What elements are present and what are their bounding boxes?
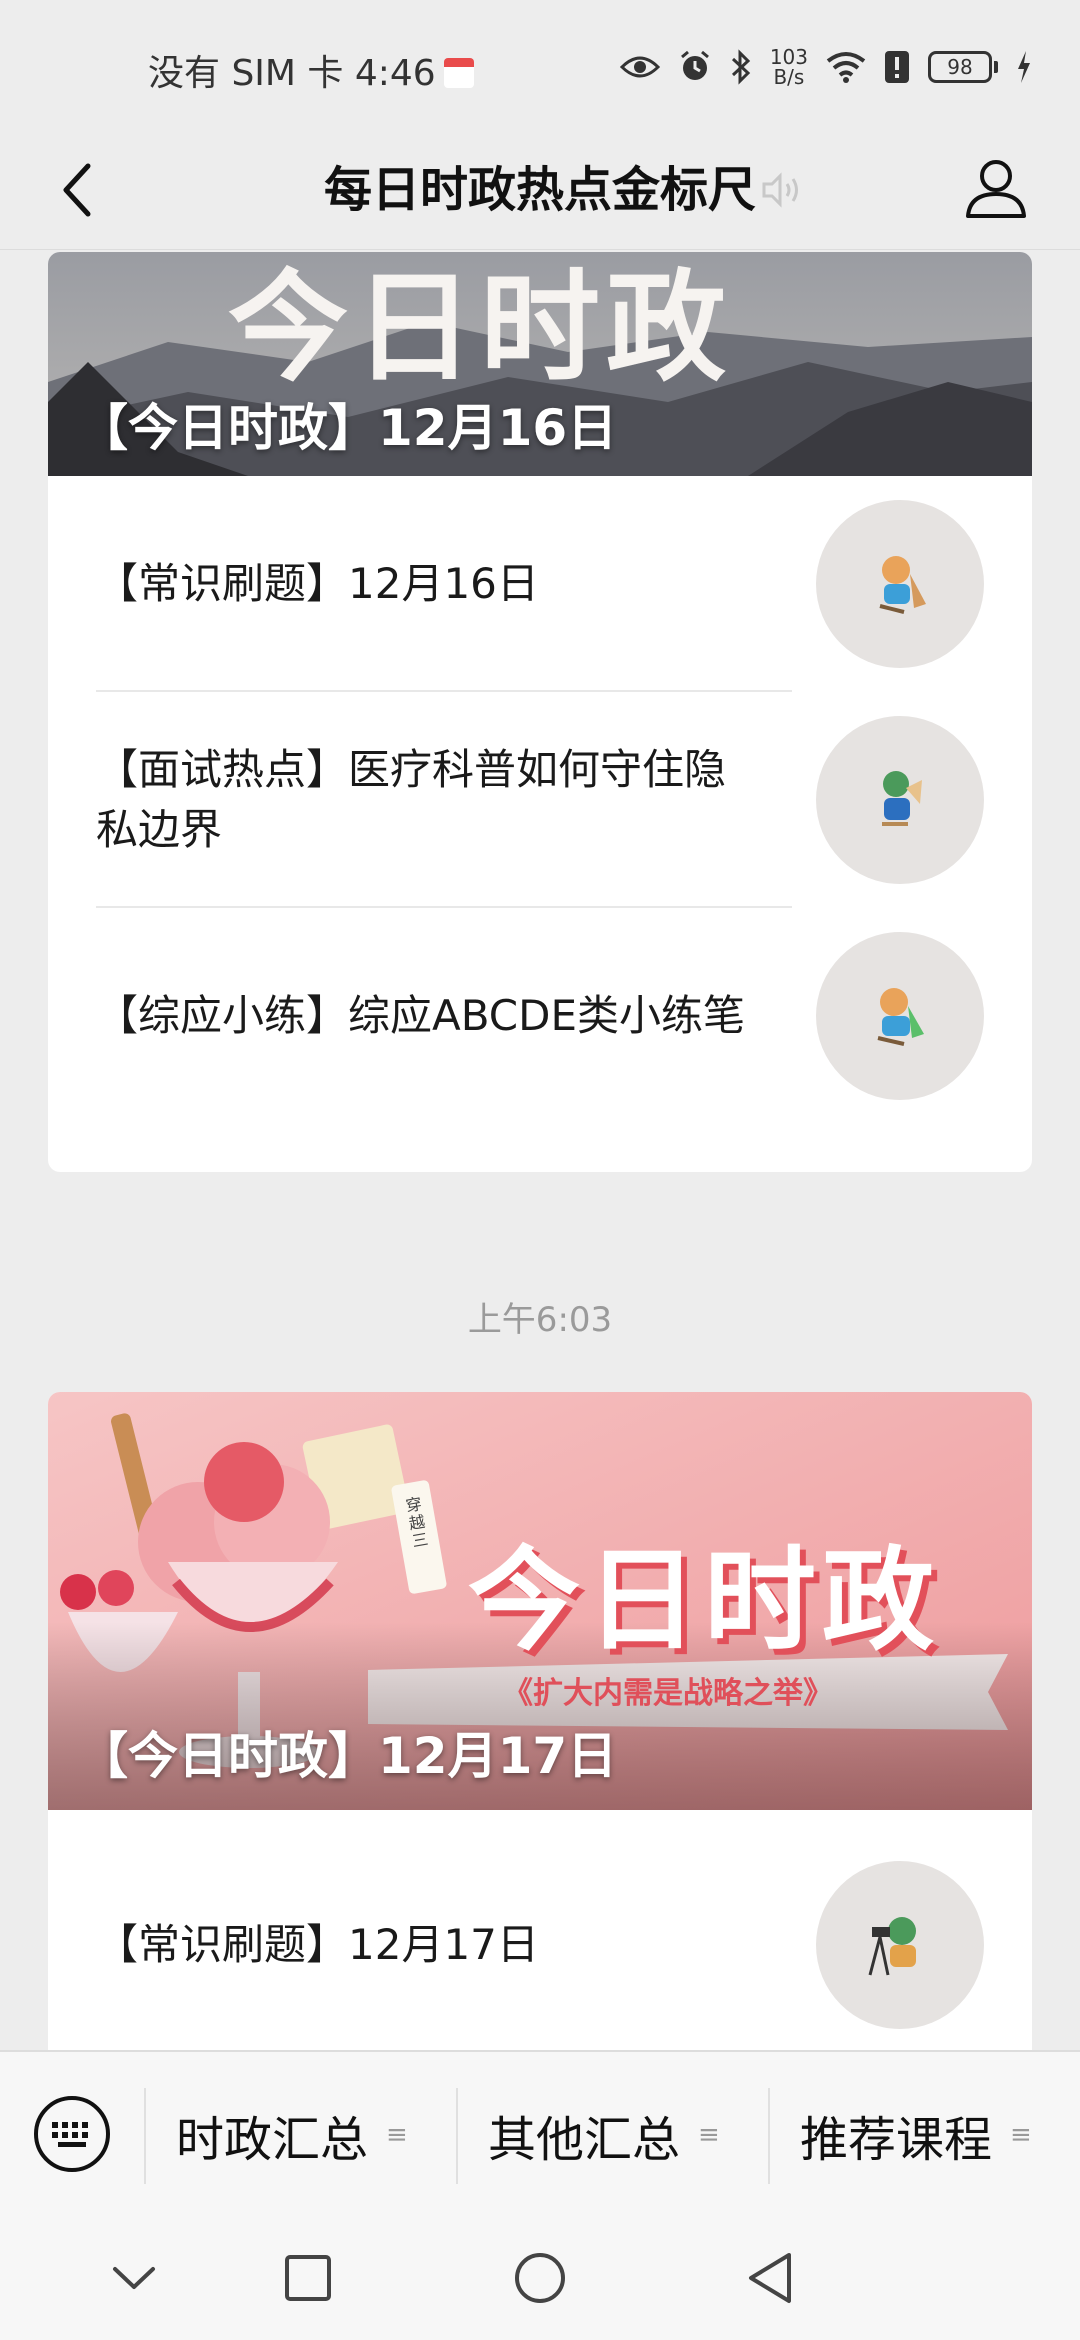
- charging-icon: [1016, 51, 1032, 83]
- home-button[interactable]: [500, 2238, 580, 2318]
- back-nav-button[interactable]: [730, 2238, 810, 2318]
- menu-item-label: 其他汇总: [488, 2112, 681, 2168]
- user-icon: [966, 160, 1026, 218]
- keyboard-icon: [34, 2096, 110, 2172]
- list-item-thumbnail: [816, 1861, 984, 2029]
- article-banner[interactable]: 今日时政 《扩大内需是战略之举》 穿越三 【今日时政】12月17日: [48, 1392, 1032, 1810]
- circle-icon: [515, 2253, 565, 2303]
- banner-subtitle: 《扩大内需是战略之举》: [503, 1676, 833, 1711]
- menu-item-label: 时政汇总: [176, 2112, 369, 2168]
- banner-headline: 今日时政: [228, 259, 732, 398]
- collapse-button[interactable]: [94, 2238, 174, 2318]
- article-card: 今日时政 【今日时政】12月16日 【常识刷题】12月16日 【面试热点】医疗科…: [48, 252, 1032, 1172]
- submenu-icon: ≡: [386, 2120, 408, 2150]
- bluetooth-icon: [730, 49, 752, 85]
- wifi-icon: [826, 51, 866, 83]
- status-carrier-time: 没有 SIM 卡 4:46: [148, 44, 474, 96]
- message-timestamp: 上午6:03: [467, 1300, 613, 1340]
- network-speed-value: 103: [769, 45, 808, 69]
- menu-divider: [768, 2088, 770, 2184]
- list-item[interactable]: 【常识刷题】12月16日: [48, 476, 1032, 692]
- menu-item-politics-summary[interactable]: 时政汇总 ≡: [176, 2052, 408, 2218]
- submenu-icon: ≡: [1010, 2120, 1032, 2150]
- battery-level: 98: [928, 51, 992, 83]
- keyboard-toggle-button[interactable]: [30, 2092, 114, 2176]
- system-navigation-bar: [0, 2216, 1080, 2340]
- list-item-title: 【常识刷题】12月17日: [96, 1920, 539, 1969]
- list-item-title: 【常识刷题】12月16日: [96, 559, 539, 608]
- menu-item-other-summary[interactable]: 其他汇总 ≡: [488, 2052, 720, 2218]
- page-title: 每日时政热点金标尺: [323, 162, 756, 218]
- battery-indicator: 98: [928, 51, 998, 83]
- list-item[interactable]: 【面试热点】医疗科普如何守住隐私边界: [48, 692, 1032, 908]
- banner-caption: 【今日时政】12月16日: [78, 399, 618, 457]
- status-bar: 没有 SIM 卡 4:46 103 B/s 98: [0, 0, 1080, 130]
- list-item[interactable]: 【综应小练】综应ABCDE类小练笔: [48, 908, 1032, 1124]
- battery-tip: [994, 61, 998, 73]
- recents-button[interactable]: [268, 2238, 348, 2318]
- list-item-thumbnail: [816, 500, 984, 668]
- menu-item-label: 推荐课程: [800, 2112, 993, 2168]
- menu-divider: [144, 2088, 146, 2184]
- list-item-title: 【综应小练】综应ABCDE类小练笔: [96, 991, 746, 1040]
- triangle-back-icon: [749, 2253, 791, 2303]
- eye-icon: [619, 53, 660, 81]
- article-card: 今日时政 《扩大内需是战略之举》 穿越三 【今日时政】12月17日 【常识刷题】…: [48, 1392, 1032, 2092]
- sim-alert-icon: [884, 50, 910, 84]
- list-item-thumbnail: [816, 716, 984, 884]
- list-item-title: 【面试热点】医疗科普如何守住隐私边界: [96, 745, 727, 854]
- chevron-down-icon: [113, 2267, 155, 2289]
- calendar-notification-icon: [443, 58, 474, 88]
- nav-bar: 每日时政热点金标尺: [0, 130, 1080, 250]
- list-item-thumbnail: [816, 932, 984, 1100]
- banner-caption: 【今日时政】12月17日: [78, 1727, 618, 1785]
- alarm-icon: [678, 50, 712, 84]
- speaker-icon: [760, 160, 808, 220]
- bottom-menu: 时政汇总 ≡ 其他汇总 ≡ 推荐课程 ≡: [0, 2050, 1080, 2216]
- article-banner[interactable]: 今日时政 【今日时政】12月16日: [48, 252, 1032, 476]
- carrier-time-text: 没有 SIM 卡 4:46: [148, 53, 436, 94]
- banner-headline: 今日时政: [468, 1536, 940, 1666]
- menu-item-recommended-courses[interactable]: 推荐课程 ≡: [800, 2052, 1032, 2218]
- status-icons: 103 B/s 98: [619, 42, 1032, 92]
- profile-button[interactable]: [956, 148, 1036, 228]
- submenu-icon: ≡: [698, 2120, 720, 2150]
- square-icon: [285, 2255, 331, 2301]
- list-item[interactable]: 【常识刷题】12月17日: [48, 1810, 1032, 2080]
- menu-divider: [456, 2088, 458, 2184]
- network-speed-unit: B/s: [773, 65, 805, 89]
- network-speed: 103 B/s: [770, 47, 808, 87]
